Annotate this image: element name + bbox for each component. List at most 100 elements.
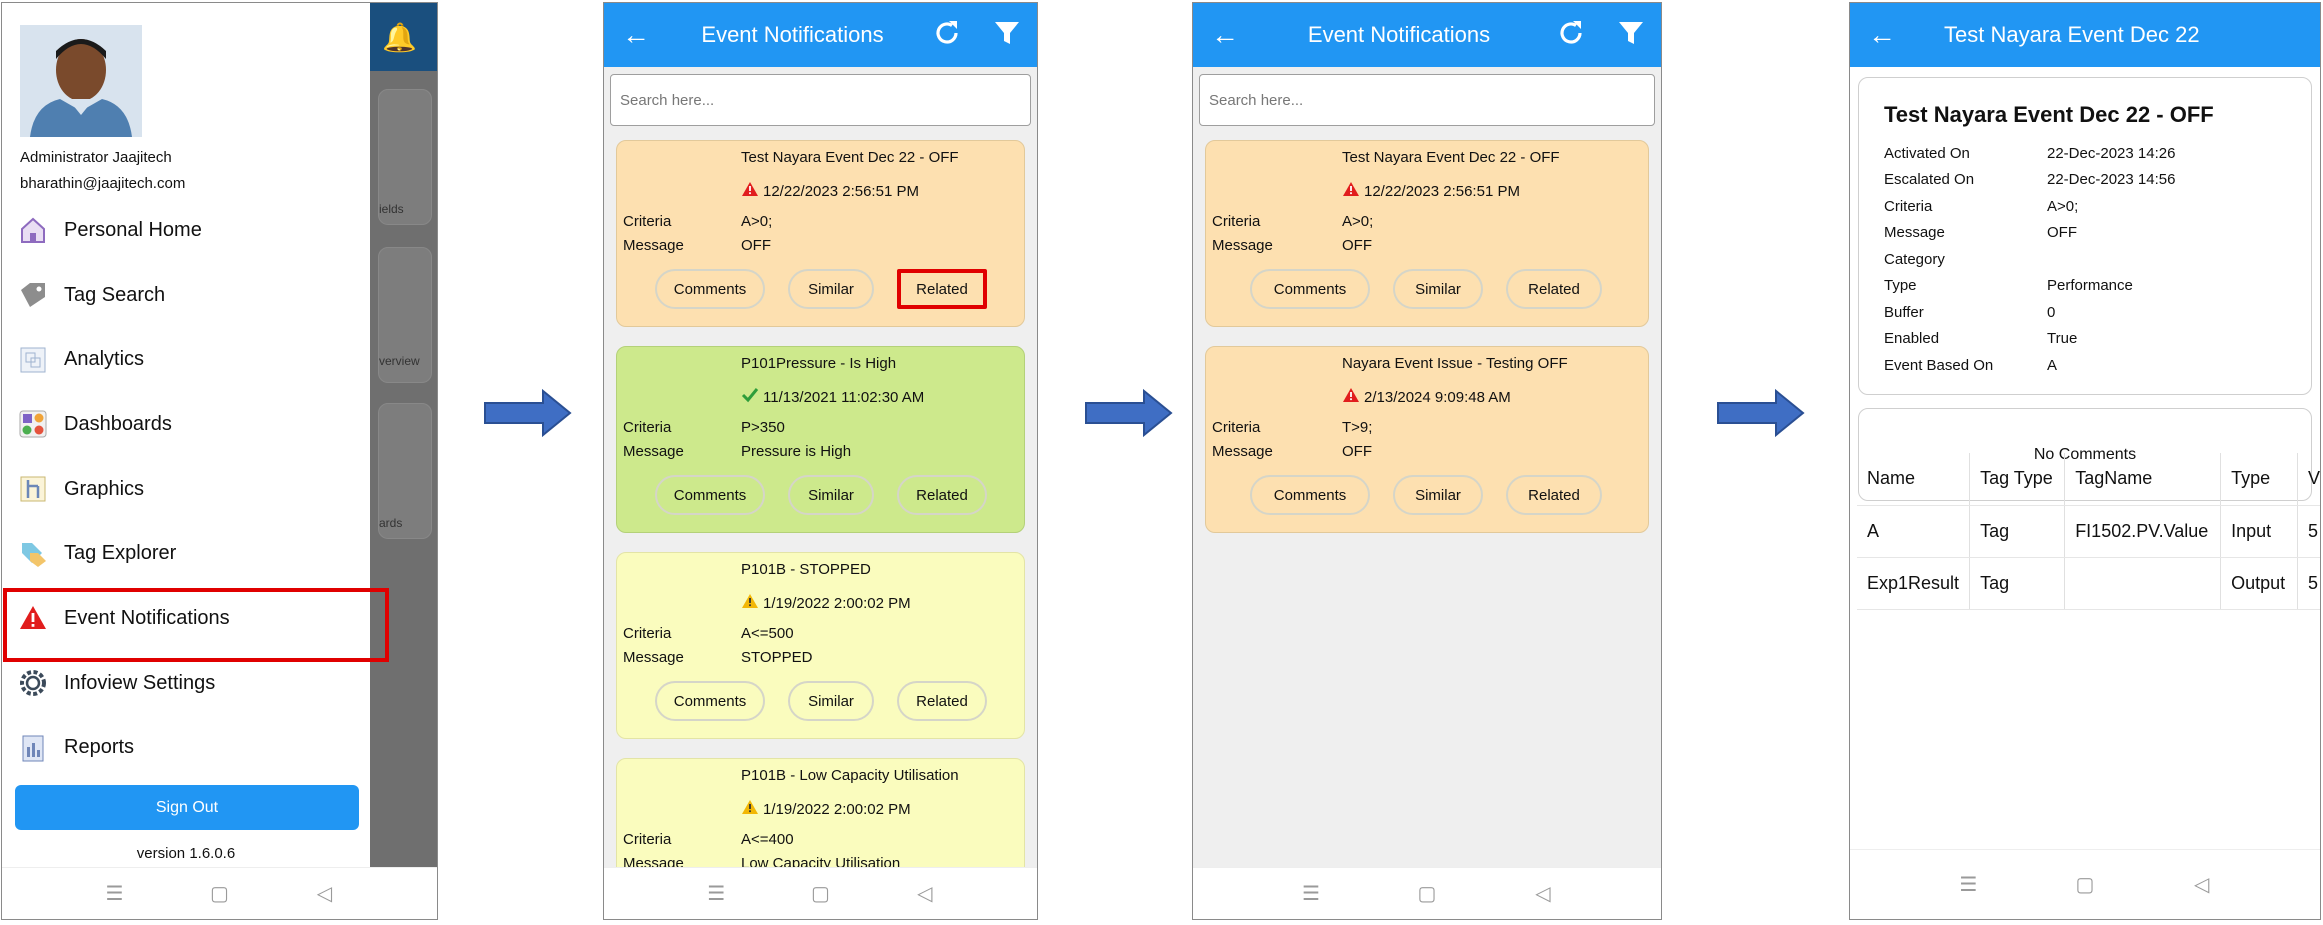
table-row[interactable]: A Tag FI1502.PV.Value Input 5 [1857,505,2320,558]
menu-item-tag-search[interactable]: Tag Search [2,263,370,328]
menu-item-personal-home[interactable]: Personal Home [2,198,370,263]
related-button[interactable]: Related [897,475,987,515]
event-card[interactable]: Nayara Event Issue - Testing OFF 2/13/20… [1205,346,1649,533]
settings-icon [16,666,50,700]
criteria-value: P>350 [741,419,785,436]
analytics-icon [16,343,50,377]
event-card[interactable]: P101B - STOPPED 1/19/2022 2:00:02 PM Cri… [616,552,1025,739]
event-detail-card: Test Nayara Event Dec 22 - OFF Activated… [1858,77,2312,395]
recents-icon[interactable]: ☰ [1286,881,1336,906]
criteria-value: A<=400 [741,831,794,848]
recents-icon[interactable]: ☰ [90,881,140,906]
similar-button[interactable]: Similar [1393,475,1483,515]
home-button-icon[interactable]: ▢ [195,881,245,906]
back-triangle-icon[interactable]: ◁ [900,881,950,906]
back-triangle-icon[interactable]: ◁ [1518,881,1568,906]
phone-menu-screen: 🔔 ields verview ards Administrator Jaaji… [1,2,438,920]
comments-button[interactable]: Comments [1250,269,1370,309]
event-date: 1/19/2022 2:00:02 PM [741,799,911,819]
similar-button[interactable]: Similar [788,475,874,515]
app-bar: ← Event Notifications [1193,3,1661,67]
table-row[interactable]: Exp1Result Tag Output 5 [1857,557,2320,610]
back-arrow-icon[interactable]: ← [1850,19,1914,51]
recents-icon[interactable]: ☰ [691,881,741,906]
menu-item-dashboards[interactable]: Dashboards [2,392,370,457]
page-title: Event Notifications [1307,22,1491,47]
filter-icon[interactable] [977,18,1037,53]
menu-item-tag-explorer[interactable]: Tag Explorer [2,521,370,586]
page-title: Event Notifications [701,22,884,47]
event-title: Test Nayara Event Dec 22 - OFF [741,149,959,166]
warning-icon [741,593,761,613]
message-row: Message OFF [1212,443,1372,460]
event-card[interactable]: Test Nayara Event Dec 22 - OFF 12/22/202… [1205,140,1649,327]
dimmed-background[interactable]: 🔔 ields verview ards [370,3,437,867]
menu-item-label: Tag Explorer [64,542,177,565]
flow-arrow-icon [484,388,572,438]
menu-item-label: Infoview Settings [64,671,216,694]
home-button-icon[interactable]: ▢ [1402,881,1452,906]
filter-icon[interactable] [1601,18,1661,53]
criteria-value: A>0; [1342,213,1374,230]
related-button[interactable]: Related [1506,269,1602,309]
event-title: P101Pressure - Is High [741,355,897,372]
menu-item-graphics[interactable]: Graphics [2,457,370,522]
back-triangle-icon[interactable]: ◁ [300,881,350,906]
recents-icon[interactable]: ☰ [1943,872,1993,897]
sign-out-button[interactable]: Sign Out [15,785,359,830]
similar-button[interactable]: Similar [1393,269,1483,309]
event-card[interactable]: Test Nayara Event Dec 22 - OFF 12/22/202… [616,140,1025,327]
back-arrow-icon[interactable]: ← [604,19,668,51]
menu-item-event-notifications[interactable]: Event Notifications [2,586,389,662]
navigation-drawer: Administrator Jaajitech bharathin@jaajit… [2,3,389,867]
flow-arrow-icon [1717,388,1805,438]
comments-button[interactable]: Comments [655,269,765,309]
menu-item-label: Tag Search [64,283,166,306]
property-row: Category [1884,250,1945,268]
search-placeholder: Search here... [1209,91,1304,109]
background-tile: ields [378,89,432,225]
search-input[interactable]: Search here... [610,74,1031,126]
menu-item-reports[interactable]: Reports [2,716,370,781]
menu-item-label: Event Notifications [64,606,230,629]
event-date: 2/13/2024 9:09:48 AM [1342,387,1511,407]
back-arrow-icon[interactable]: ← [1193,19,1257,51]
comments-button[interactable]: Comments [655,681,765,721]
related-button[interactable]: Related [897,269,987,309]
message-row: Message OFF [1212,237,1372,254]
comments-button[interactable]: Comments [655,475,765,515]
event-title: Test Nayara Event Dec 22 - OFF [1342,149,1560,166]
home-button-icon[interactable]: ▢ [795,881,845,906]
related-button[interactable]: Related [1506,475,1602,515]
back-triangle-icon[interactable]: ◁ [2177,872,2227,897]
avatar [20,25,142,137]
android-nav-bar: ☰ ▢ ◁ [2,867,437,919]
message-value: Pressure is High [741,443,852,460]
event-list: Search here... Test Nayara Event Dec 22 … [604,67,1037,919]
property-row: Buffer 0 [1884,303,2056,321]
related-button[interactable]: Related [897,681,987,721]
event-card[interactable]: P101Pressure - Is High 11/13/2021 11:02:… [616,346,1025,533]
home-button-icon[interactable]: ▢ [2060,872,2110,897]
message-row: Message Pressure is High [623,443,852,460]
criteria-value: A>0; [741,213,773,230]
message-value: OFF [1342,237,1372,254]
refresh-icon[interactable] [1541,18,1601,53]
android-nav-bar: ☰ ▢ ◁ [1850,849,2320,919]
menu-item-infoview-settings[interactable]: Infoview Settings [2,651,370,716]
event-heading: Test Nayara Event Dec 22 - OFF [1884,102,2214,127]
refresh-icon[interactable] [917,18,977,53]
message-row: Message STOPPED [623,649,813,666]
similar-button[interactable]: Similar [788,681,874,721]
property-row: Activated On 22-Dec-2023 14:26 [1884,144,2176,162]
search-input[interactable]: Search here... [1199,74,1655,126]
android-nav-bar: ☰ ▢ ◁ [1193,867,1661,919]
similar-button[interactable]: Similar [788,269,874,309]
menu-item-analytics[interactable]: Analytics [2,327,370,392]
dashboard-icon [16,407,50,441]
criteria-value: T>9; [1342,419,1373,436]
background-tile: ards [378,403,432,539]
comments-button[interactable]: Comments [1250,475,1370,515]
phone-event-detail-screen: ← Test Nayara Event Dec 22 Test Nayara E… [1849,2,2321,920]
column-header: V [2297,453,2320,506]
